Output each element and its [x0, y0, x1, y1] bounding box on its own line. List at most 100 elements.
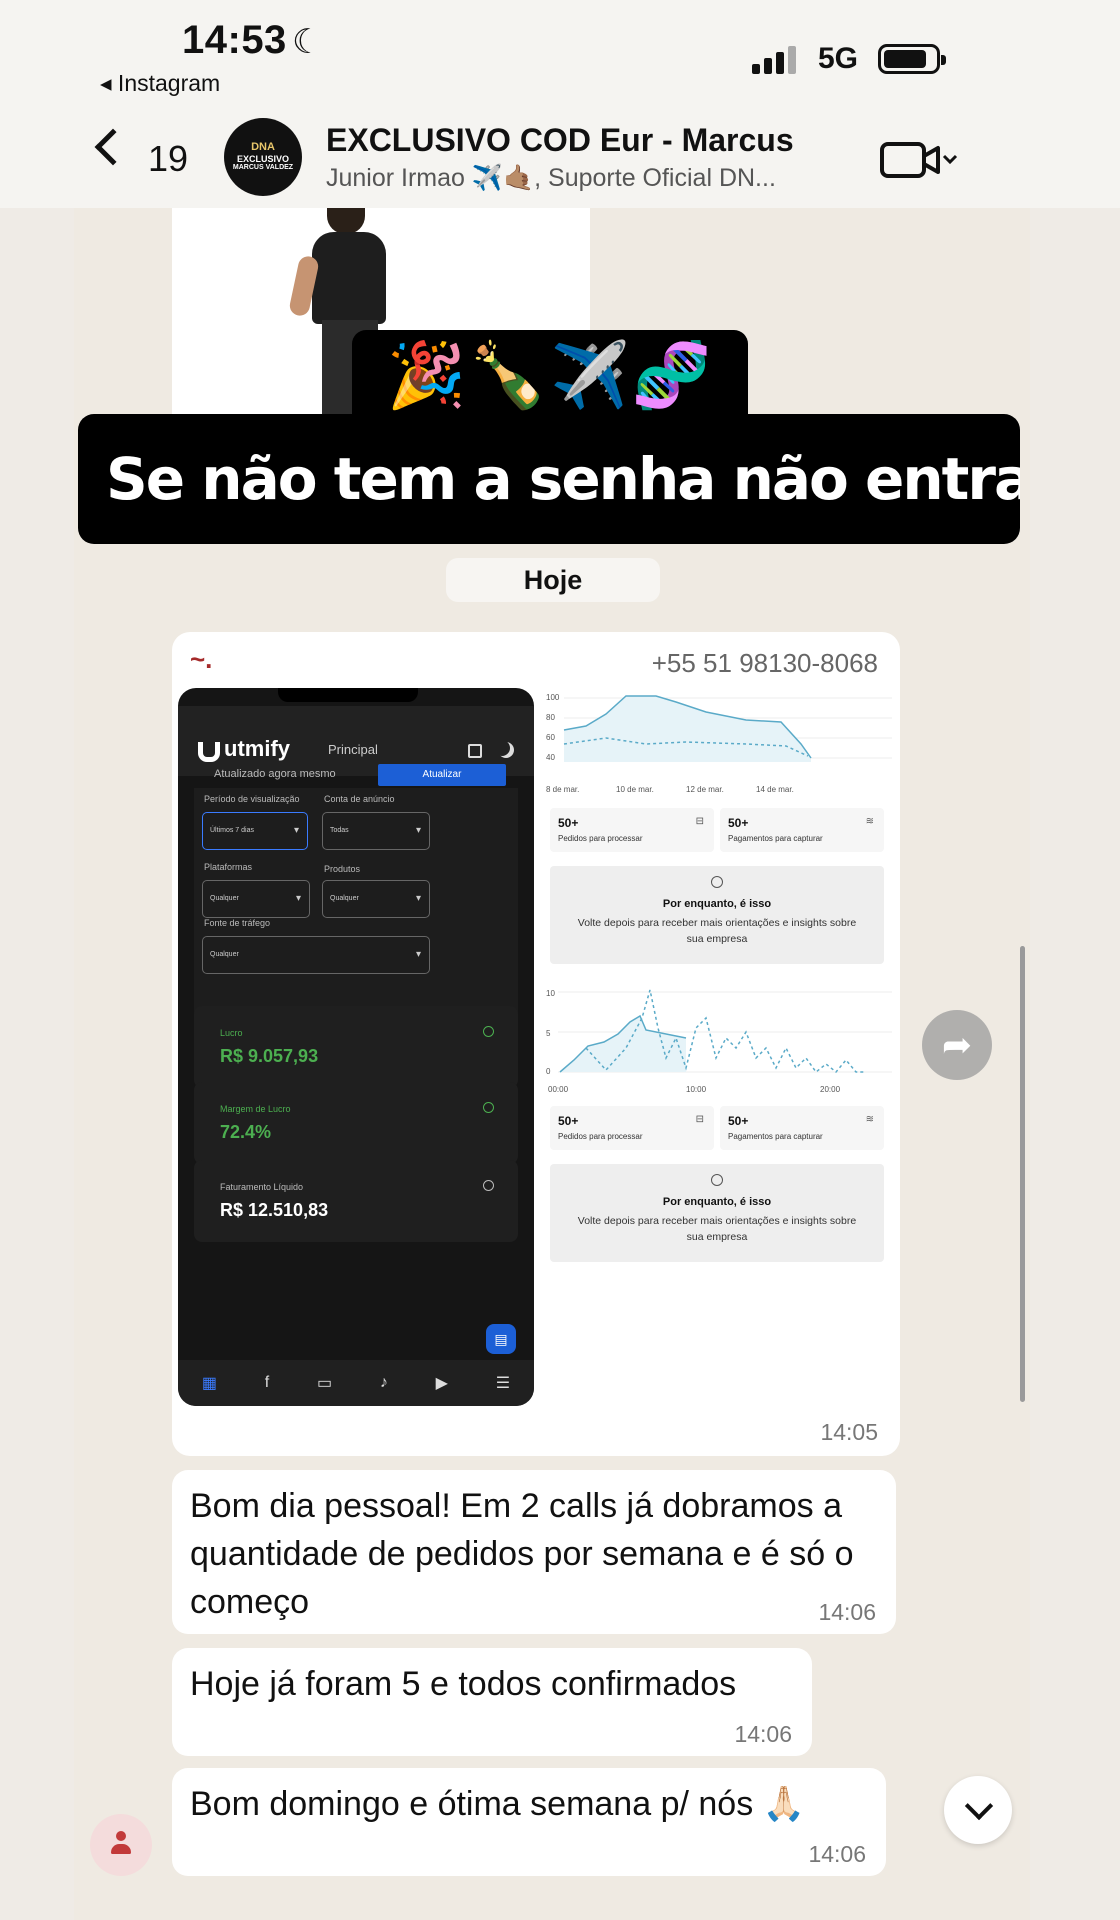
y-tick: 100: [546, 693, 560, 702]
group-avatar[interactable]: DNA EXCLUSIVO MARCUS VALDEZ: [224, 118, 302, 196]
account-select: Todas: [322, 812, 430, 850]
traffic-select: Qualquer: [202, 936, 430, 974]
info-card-2: Por enquanto, é isso Volte depois para r…: [550, 1164, 884, 1262]
text-message[interactable]: Bom domingo e ótima semana p/ nós 🙏🏻 14:…: [172, 1768, 886, 1876]
update-button: Atualizar: [378, 764, 506, 786]
money-icon: ≋: [865, 1114, 874, 1125]
payments-card: 50+ Pagamentos para capturar ≋: [720, 808, 884, 852]
stat-card-revenue: Faturamento Líquido R$ 12.510,83: [194, 1160, 518, 1242]
platforms-select: Qualquer: [202, 880, 310, 918]
x-tick: 00:00: [548, 1085, 569, 1094]
image-message[interactable]: ~. +55 51 98130-8068 utmify Principal Pe…: [172, 632, 900, 1456]
products-label: Produtos: [324, 864, 361, 874]
info-text: Volte depois para receber mais orientaçõ…: [577, 917, 857, 945]
y-tick: 5: [546, 1029, 551, 1038]
stat-value: 72.4%: [220, 1122, 272, 1142]
battery-icon: [878, 44, 946, 74]
y-tick: 80: [546, 713, 555, 722]
network-type: 5G: [818, 42, 859, 75]
message-time: 14:06: [734, 1721, 792, 1747]
moon-icon: [498, 742, 514, 758]
dashboard-icon: ▦: [201, 1375, 217, 1392]
inbox-icon: ⊟: [695, 816, 704, 827]
youtube-icon: ▶: [435, 1375, 448, 1392]
message-text: Bom domingo e ótima semana p/ nós 🙏🏻: [190, 1785, 805, 1823]
tiktok-icon: ♪: [379, 1374, 388, 1391]
inbox-icon: ⊟: [695, 1114, 704, 1125]
clipboard-icon: ▤: [486, 1324, 516, 1354]
sticker-emojis: 🎉🍾✈️🧬: [352, 330, 748, 420]
text-message[interactable]: Hoje já foram 5 e todos confirmados 14:0…: [172, 1648, 812, 1756]
message-time: 14:06: [808, 1841, 866, 1867]
message-text: Hoje já foram 5 e todos confirmados: [190, 1665, 737, 1703]
info-text: Volte depois para receber mais orientaçõ…: [577, 1215, 857, 1243]
period-label: Período de visualização: [204, 794, 300, 804]
scrollbar[interactable]: [1020, 946, 1025, 1402]
signal-icon: [752, 44, 802, 74]
clock: 14:53: [182, 18, 287, 62]
sender-phone[interactable]: +55 51 98130-8068: [652, 648, 878, 679]
sender-name[interactable]: ~.: [190, 644, 212, 675]
y-tick: 10: [546, 989, 555, 998]
orders-card-2: 50+ Pedidos para processar ⊟: [550, 1106, 714, 1150]
menu-icon: ☰: [495, 1375, 511, 1392]
message-time: 14:05: [820, 1419, 878, 1445]
y-tick: 0: [546, 1067, 551, 1076]
back-to-instagram-link[interactable]: ◂ Instagram: [100, 70, 220, 97]
status-bar: 14:53 ☾ ◂ Instagram 5G: [0, 0, 1120, 100]
group-members[interactable]: Junior Irmao ✈️🤙🏽, Suporte Oficial DN...: [326, 164, 776, 193]
sticker-caption: Se não tem a senha não entra não 🤙🏽👀: [78, 414, 1020, 544]
platforms-label: Plataformas: [204, 862, 253, 872]
line-chart-hourly: 10 5 0 00:00 10:00 20:00: [546, 989, 892, 1094]
payments-count: 50+: [728, 1114, 749, 1128]
orders-label: Pedidos para processar: [558, 834, 643, 843]
payments-label: Pagamentos para capturar: [728, 1132, 823, 1141]
app-screenshot: utmify Principal Período de visualização…: [178, 688, 534, 1406]
line-chart-daily: 100 80 60 40 8 de mar. 10 de mar. 12 de …: [546, 693, 892, 794]
video-call-icon[interactable]: [880, 140, 960, 180]
payments-card-2: 50+ Pagamentos para capturar ≋: [720, 1106, 884, 1150]
dashboard-panel: 100 80 60 40 8 de mar. 10 de mar. 12 de …: [546, 688, 892, 1406]
orders-card: 50+ Pedidos para processar ⊟: [550, 808, 714, 852]
y-tick: 40: [546, 753, 555, 762]
edit-icon: [468, 744, 482, 758]
products-select: Qualquer: [322, 880, 430, 918]
message-text: Bom dia pessoal! Em 2 calls já dobramos …: [190, 1487, 854, 1621]
scroll-down-icon[interactable]: [944, 1776, 1012, 1844]
payments-count: 50+: [728, 816, 749, 830]
x-tick: 10:00: [686, 1085, 707, 1094]
period-select: Últimos 7 dias: [202, 812, 308, 850]
updated-text: Atualizado agora mesmo: [214, 768, 336, 780]
forward-icon[interactable]: ➦: [922, 1010, 992, 1080]
unread-count[interactable]: 19: [148, 138, 188, 180]
app-bottom-nav: ▦ f ▭ ♪ ▶ ☰: [178, 1360, 534, 1406]
group-name[interactable]: EXCLUSIVO COD Eur - Marcus: [326, 122, 794, 159]
x-tick: 12 de mar.: [686, 785, 724, 794]
stat-value: R$ 12.510,83: [220, 1200, 329, 1220]
x-tick: 10 de mar.: [616, 785, 654, 794]
info-title: Por enquanto, é isso: [662, 1196, 772, 1208]
chat-header: 19 DNA EXCLUSIVO MARCUS VALDEZ EXCLUSIVO…: [0, 100, 1120, 208]
y-tick: 60: [546, 733, 555, 742]
back-chevron-icon[interactable]: [94, 128, 132, 166]
mention-icon[interactable]: [90, 1814, 152, 1876]
account-label: Conta de anúncio: [324, 794, 395, 804]
x-tick: 20:00: [820, 1085, 841, 1094]
stat-card-margin: Margem de Lucro 72.4%: [194, 1082, 518, 1164]
orders-label: Pedidos para processar: [558, 1132, 643, 1141]
check-circle-icon: [711, 876, 723, 888]
orders-count: 50+: [558, 1114, 579, 1128]
traffic-label: Fonte de tráfego: [204, 918, 271, 928]
check-circle-icon: [711, 1174, 723, 1186]
message-time: 14:06: [818, 1599, 876, 1625]
info-card: Por enquanto, é isso Volte depois para r…: [550, 866, 884, 964]
stat-label: Margem de Lucro: [220, 1104, 291, 1114]
info-icon: [483, 1180, 494, 1191]
stat-label: Faturamento Líquido: [220, 1182, 304, 1192]
focus-moon-icon: ☾: [292, 23, 323, 61]
video-icon: ▭: [316, 1375, 333, 1392]
app-tab: Principal: [328, 742, 378, 757]
money-icon: ≋: [865, 816, 874, 827]
text-message[interactable]: Bom dia pessoal! Em 2 calls já dobramos …: [172, 1470, 896, 1634]
stat-value: R$ 9.057,93: [220, 1046, 319, 1066]
